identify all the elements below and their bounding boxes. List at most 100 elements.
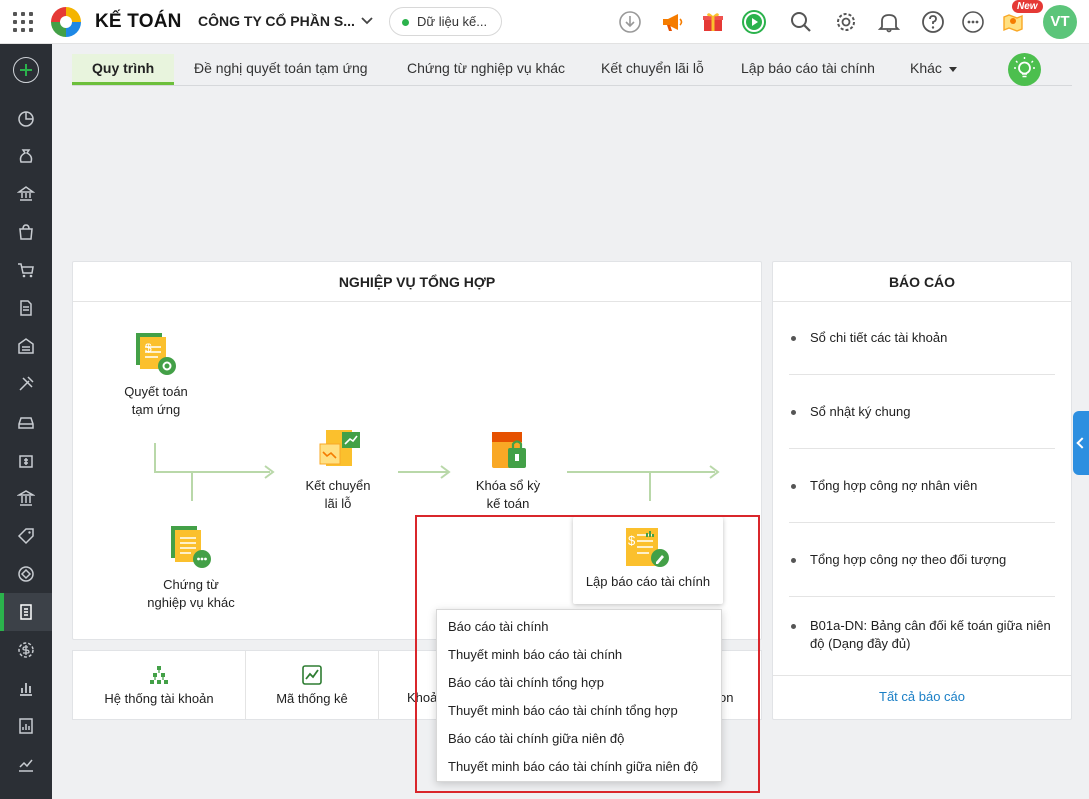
sidebar-item-budget[interactable] [0, 631, 52, 669]
more-icon[interactable] [960, 9, 986, 35]
help-icon[interactable] [920, 9, 946, 35]
chart-line-icon [302, 665, 322, 685]
tools-icon [19, 376, 34, 391]
sidebar-item-cash[interactable] [0, 137, 52, 175]
dollar-circle-icon [18, 642, 34, 658]
report-link[interactable]: B01a-DN: Bảng cân đối kế toán giữa niên … [789, 617, 1055, 653]
divider [789, 374, 1055, 375]
quick-link-label: Hệ thống tài khoản [104, 691, 214, 706]
gift-icon[interactable] [700, 9, 726, 35]
quick-link-label: Mã thống kê [276, 691, 348, 706]
node-chung-tu-nghiep-vu-khac[interactable]: Chứng từ nghiệp vụ khác [131, 523, 251, 612]
flow-line [154, 443, 156, 473]
sidebar-item-contracts[interactable] [0, 555, 52, 593]
divider [789, 522, 1055, 523]
sidebar-item-price[interactable] [0, 517, 52, 555]
tab-khac[interactable]: Khác [910, 54, 957, 85]
apps-grid-icon[interactable] [13, 12, 33, 32]
node-khoa-so-label: Khóa sổ kỳ kế toán [475, 478, 541, 511]
bar-chart-icon [20, 683, 32, 696]
sidebar-item-invoice[interactable] [0, 289, 52, 327]
tab-de-nghi-quyet-toan[interactable]: Đề nghị quyết toán tạm ứng [194, 54, 368, 85]
sidebar-item-salary[interactable] [0, 441, 52, 479]
sidebar-item-analysis[interactable] [0, 707, 52, 745]
document-icon [20, 300, 32, 316]
cart-icon [18, 263, 34, 278]
node-ket-chuyen-lai-lo[interactable]: Kết chuyển lãi lỗ [291, 428, 385, 513]
flow-line [649, 473, 651, 501]
tag-icon [17, 528, 34, 545]
sidebar-item-sales[interactable] [0, 251, 52, 289]
shopping-bag-icon [19, 224, 33, 240]
flow-line [154, 471, 270, 473]
report-link[interactable]: Tổng hợp công nợ nhân viên [789, 477, 1055, 495]
handshake-icon [18, 566, 34, 582]
sidebar-item-bank[interactable] [0, 175, 52, 213]
tab-ket-chuyen-lai-lo[interactable]: Kết chuyển lãi lỗ [601, 54, 704, 85]
all-reports-link[interactable]: Tất cả báo cáo [773, 689, 1071, 704]
sidebar-item-purchase[interactable] [0, 213, 52, 251]
report-link[interactable]: Sổ nhật ký chung [789, 403, 1055, 421]
search-icon[interactable] [788, 9, 814, 35]
report-link[interactable]: Sổ chi tiết các tài khoản [789, 329, 1055, 347]
gear-icon[interactable] [833, 9, 859, 35]
flow-line [191, 473, 193, 501]
divider [789, 596, 1055, 597]
document-gear-icon: $ [136, 333, 176, 375]
play-video-icon[interactable] [741, 9, 767, 35]
bell-icon[interactable] [876, 9, 902, 35]
divider [789, 448, 1055, 449]
tab-khac-label: Khác [910, 60, 942, 76]
sidebar-item-tools[interactable] [0, 365, 52, 403]
left-sidebar [0, 44, 52, 799]
bank-icon [17, 186, 35, 201]
government-icon [17, 490, 35, 506]
tab-chung-tu-nghiep-vu-khac[interactable]: Chứng từ nghiệp vụ khác [407, 54, 565, 85]
sidebar-item-warehouse[interactable] [0, 327, 52, 365]
node-chung-tu-label: Chứng từ nghiệp vụ khác [147, 577, 235, 610]
tab-quy-trinh[interactable]: Quy trình [72, 54, 175, 85]
add-new-icon[interactable] [13, 57, 39, 83]
sidebar-item-general[interactable] [0, 593, 52, 631]
node-quyet-toan-label: Quyết toán tạm ứng [124, 384, 188, 417]
caret-down-icon [948, 66, 957, 72]
process-tabs: Quy trình Đề nghị quyết toán tạm ứng Chứ… [72, 54, 1072, 86]
report-link[interactable]: Tổng hợp công nợ theo đối tượng [789, 551, 1055, 569]
node-quyet-toan-tam-ung[interactable]: $ Quyết toán tạm ứng [106, 330, 206, 419]
workflow-title: NGHIỆP VỤ TỔNG HỢP [73, 262, 761, 302]
sidebar-item-reports[interactable] [0, 669, 52, 707]
divider [773, 675, 1071, 676]
sidebar-item-tax[interactable] [0, 479, 52, 517]
data-selector-label: Dữ liệu kế... [417, 14, 488, 29]
quick-link-he-thong-tai-khoan[interactable]: Hệ thống tài khoản [73, 651, 246, 719]
sidebar-item-dashboard[interactable] [0, 99, 52, 137]
svg-text:$: $ [145, 341, 152, 355]
avatar[interactable]: VT [1043, 5, 1077, 39]
chevron-down-icon[interactable] [360, 14, 374, 28]
node-khoa-so-ky-ke-toan[interactable]: Khóa sổ kỳ kế toán [461, 428, 555, 513]
download-icon[interactable] [617, 9, 643, 35]
data-selector[interactable]: Dữ liệu kế... [389, 7, 502, 36]
status-dot [402, 19, 409, 26]
reports-panel: BÁO CÁO Sổ chi tiết các tài khoản Sổ nhậ… [772, 261, 1072, 720]
collapse-panel-tab[interactable] [1073, 411, 1089, 475]
sidebar-item-assets[interactable] [0, 403, 52, 441]
document-more-icon [171, 526, 211, 568]
money-bag-icon [19, 149, 33, 163]
quick-link-ma-thong-ke[interactable]: Mã thống kê [246, 651, 379, 719]
tab-lap-bao-cao-tai-chinh[interactable]: Lập báo cáo tài chính [741, 54, 875, 85]
sidebar-item-trends[interactable] [0, 745, 52, 783]
reports-title: BÁO CÁO [773, 262, 1071, 302]
payroll-icon [19, 455, 33, 468]
company-name[interactable]: CÔNG TY CỔ PHẦN S... [198, 13, 355, 29]
misa-logo-icon [51, 7, 81, 37]
flow-line [567, 471, 715, 473]
megaphone-icon[interactable] [659, 9, 685, 35]
transfer-chart-icon [319, 430, 360, 466]
app-name: KẾ TOÁN [95, 11, 182, 32]
arrow-right-icon [709, 465, 720, 479]
highlight-frame [415, 515, 760, 793]
trend-chart-icon [19, 759, 33, 772]
pie-chart-icon [18, 111, 34, 127]
lightbulb-icon[interactable] [1008, 53, 1041, 86]
